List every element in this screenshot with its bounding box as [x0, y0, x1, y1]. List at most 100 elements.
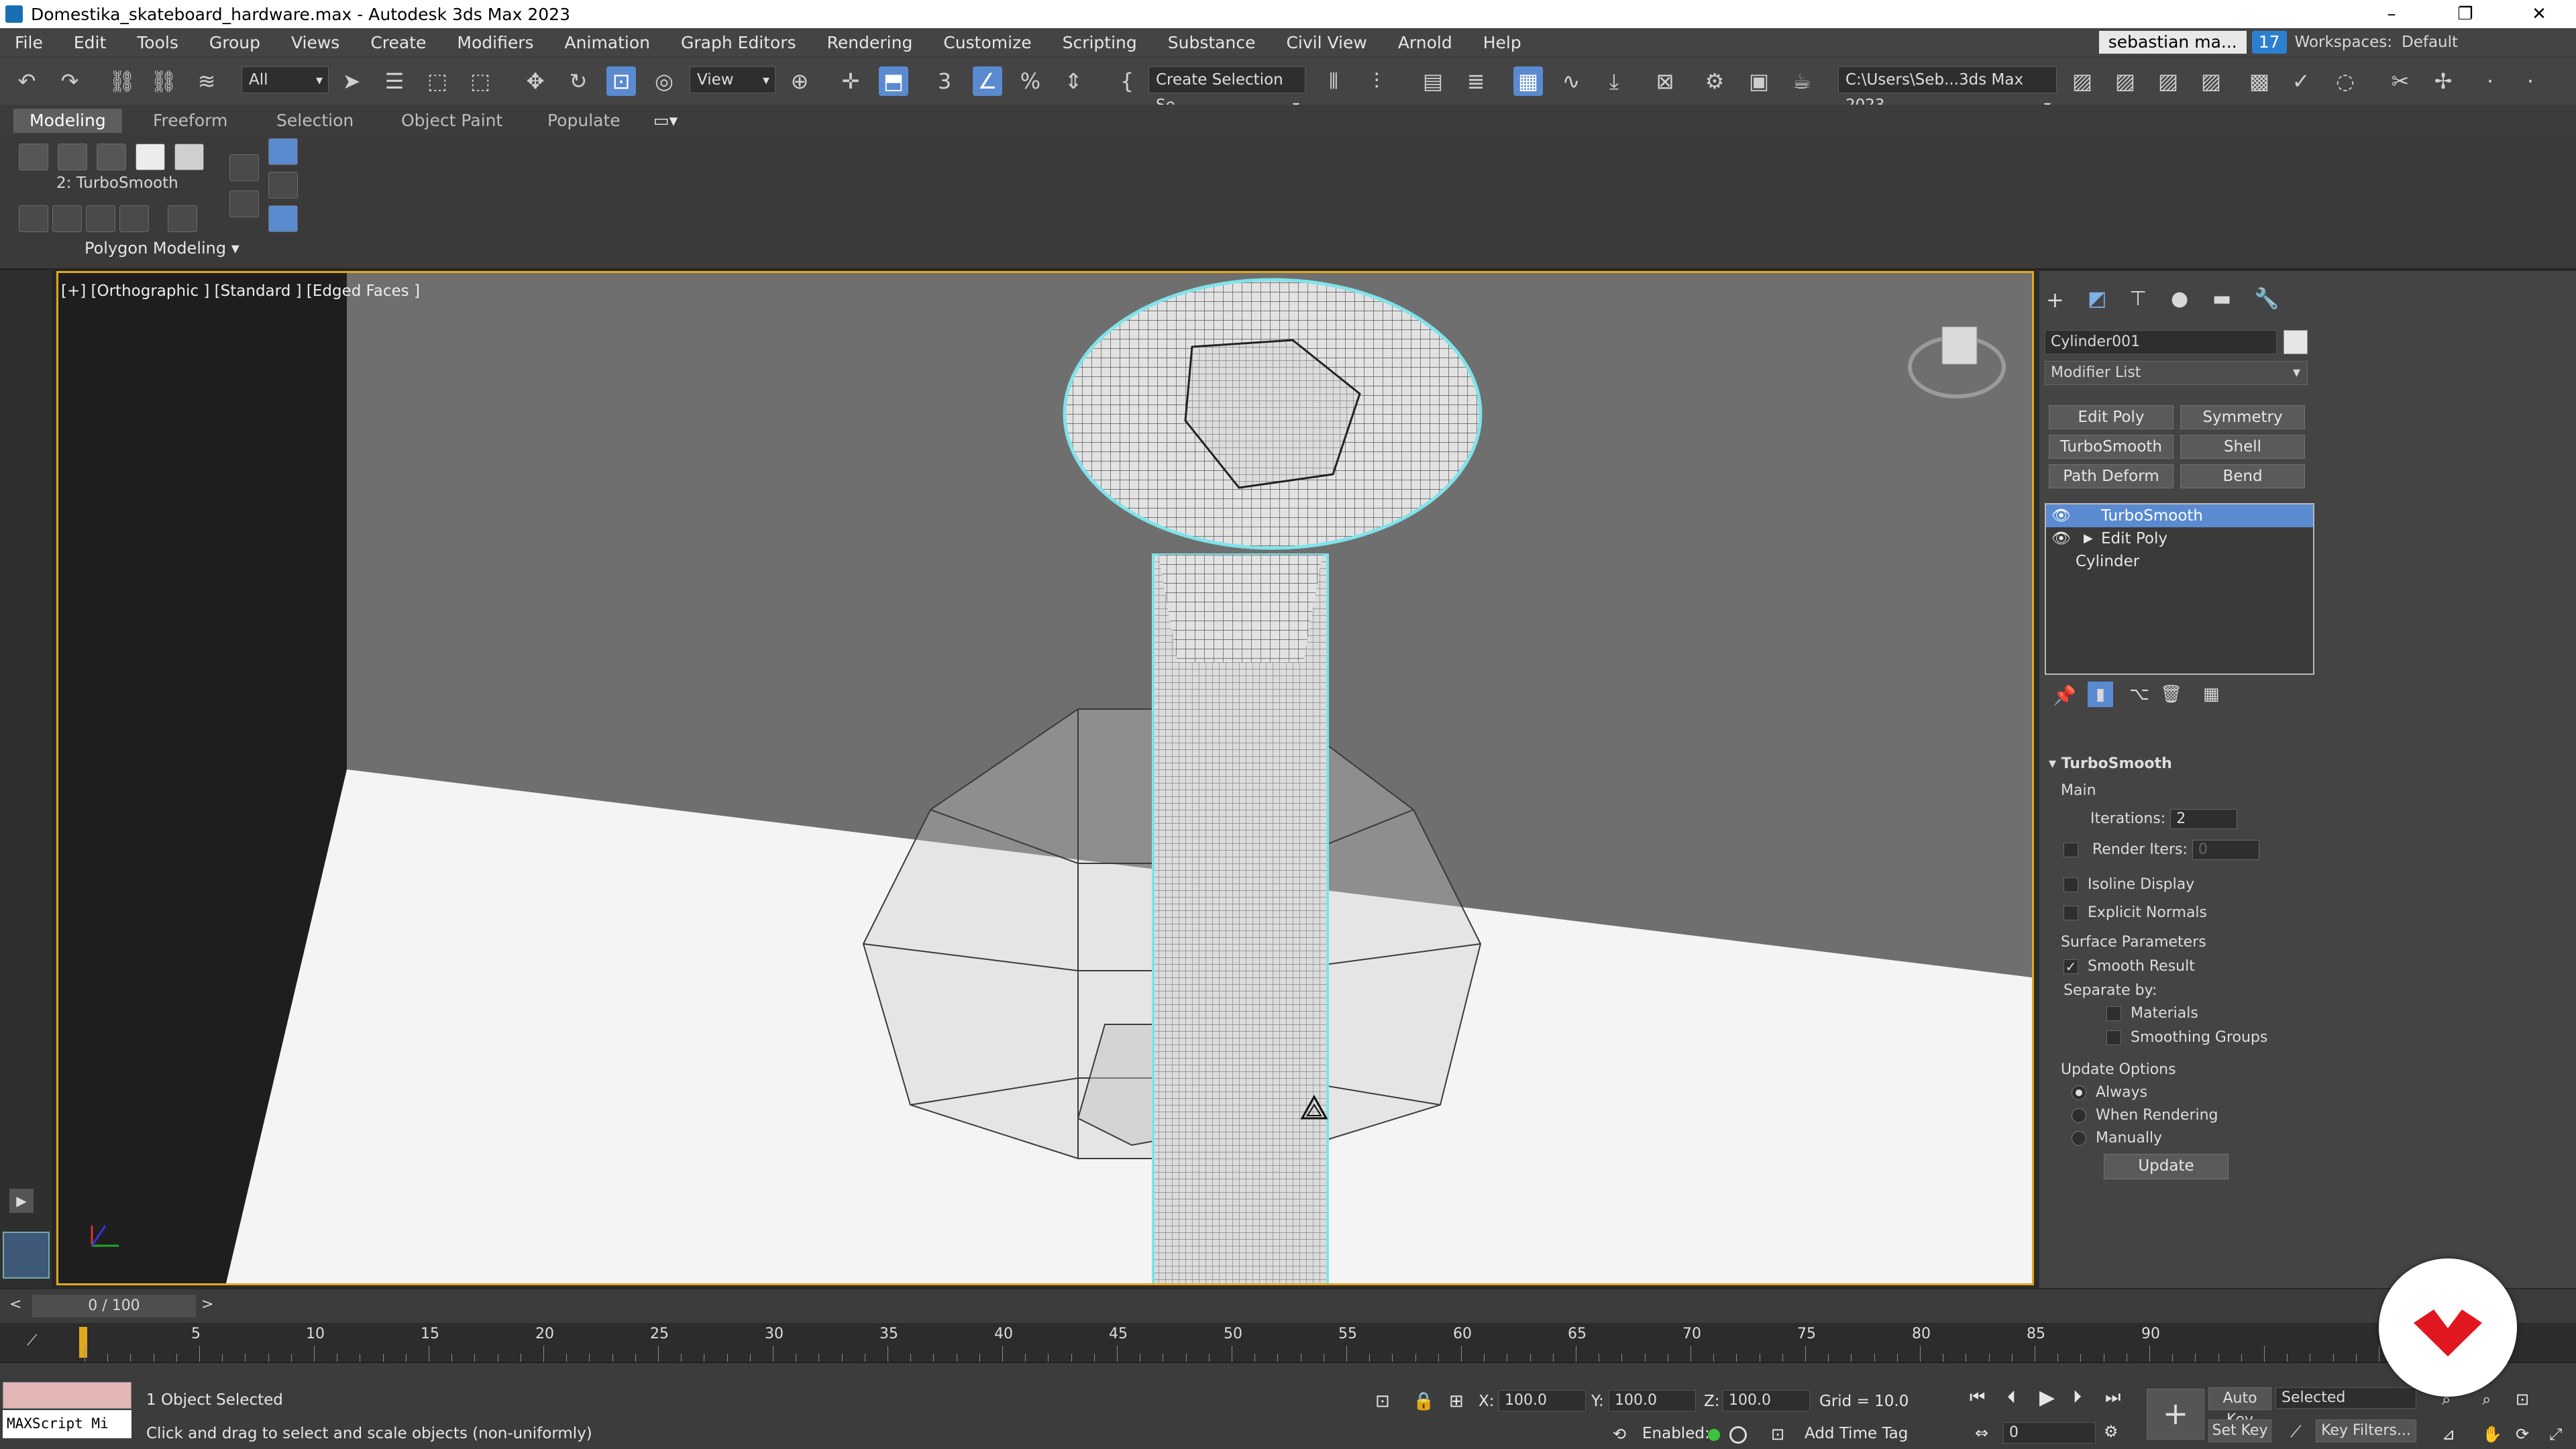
- viewport-layout-icon[interactable]: [3, 1232, 50, 1279]
- menu-rendering[interactable]: Rendering: [812, 33, 929, 52]
- isoline-display-checkbox[interactable]: [2063, 877, 2078, 892]
- path-deform-button[interactable]: Path Deform: [2049, 464, 2174, 488]
- ribbon-options-icon[interactable]: ▭▾: [653, 109, 678, 133]
- keyboard-shortcut-override-icon[interactable]: ⬒: [879, 66, 908, 96]
- time-slider[interactable]: < 0 / 100 >: [0, 1289, 2576, 1323]
- ribbon-tool-1[interactable]: [19, 205, 48, 232]
- spinner-snap-icon[interactable]: ⇕: [1059, 66, 1088, 96]
- current-frame-field[interactable]: 0: [2003, 1422, 2096, 1444]
- explorer-icon-2[interactable]: ▨: [2110, 66, 2140, 96]
- check-icon[interactable]: ✓: [2286, 66, 2316, 96]
- when-rendering-radio[interactable]: [2072, 1108, 2086, 1123]
- smoothing-groups-checkbox[interactable]: [2106, 1030, 2121, 1045]
- configure-sets-icon[interactable]: ▦: [2203, 684, 2220, 704]
- absolute-mode-icon[interactable]: ⊞: [1449, 1391, 1464, 1411]
- edit-named-selection-icon[interactable]: {: [1112, 66, 1142, 96]
- menu-substance[interactable]: Substance: [1153, 33, 1272, 52]
- maximize-button[interactable]: ❐: [2428, 0, 2502, 28]
- motion-tab-icon[interactable]: ●: [2171, 287, 2188, 311]
- time-tag-toggle[interactable]: [1729, 1426, 1747, 1444]
- snaps-toggle-icon[interactable]: 3: [930, 66, 959, 96]
- menu-create[interactable]: Create: [356, 33, 442, 52]
- go-to-start-icon[interactable]: ⏮: [1970, 1387, 1985, 1408]
- smooth-result-checkbox[interactable]: [2063, 959, 2078, 974]
- tab-populate[interactable]: Populate: [547, 109, 621, 133]
- mini-curve-editor-icon[interactable]: ⟋: [27, 1332, 37, 1349]
- render-production-icon[interactable]: ☕: [1787, 66, 1817, 96]
- menu-tools[interactable]: Tools: [122, 33, 195, 52]
- menu-animation[interactable]: Animation: [550, 33, 666, 52]
- close-button[interactable]: ✕: [2502, 0, 2576, 28]
- menu-group[interactable]: Group: [195, 33, 276, 52]
- vertex-mode-icon[interactable]: [19, 144, 48, 170]
- perspective-viewport[interactable]: [+] [Orthographic ] [Standard ] [Edged F…: [56, 271, 2034, 1285]
- redo-icon[interactable]: ↷: [55, 66, 85, 96]
- ribbon-tool-4[interactable]: [119, 205, 149, 232]
- show-end-result-icon[interactable]: ▮: [2088, 682, 2113, 707]
- align-icon[interactable]: ⫶: [1362, 66, 1391, 96]
- maximize-viewport-icon[interactable]: ⤢: [2549, 1425, 2562, 1444]
- material-editor-icon[interactable]: ⊠: [1650, 66, 1680, 96]
- add-time-tag[interactable]: Add Time Tag: [1805, 1425, 1908, 1442]
- render-setup-icon[interactable]: ⚙: [1700, 66, 1729, 96]
- modifier-list-dropdown[interactable]: Modifier List ▾: [2045, 361, 2308, 385]
- viewport-icon[interactable]: ▩: [2245, 66, 2274, 96]
- reference-coordinate-dropdown[interactable]: View: [690, 66, 775, 93]
- eye-icon[interactable]: 👁: [2051, 527, 2071, 550]
- make-unique-icon[interactable]: ⌥: [2129, 684, 2149, 704]
- next-frame-icon[interactable]: ⏵: [2073, 1387, 2082, 1408]
- prev-frame-arrow-icon[interactable]: <: [9, 1296, 21, 1313]
- curve-editor-icon[interactable]: ∿: [1556, 66, 1586, 96]
- menu-modifiers[interactable]: Modifiers: [442, 33, 549, 52]
- remove-modifier-icon[interactable]: 🗑: [2160, 684, 2182, 704]
- ribbon-tool-3[interactable]: [86, 205, 115, 232]
- schematic-view-icon[interactable]: ⤓: [1599, 66, 1629, 96]
- play-icon[interactable]: ▶: [2039, 1386, 2055, 1409]
- mirror-icon[interactable]: ⫴: [1319, 66, 1348, 96]
- menu-arnold[interactable]: Arnold: [1383, 33, 1468, 52]
- explicit-normals-row[interactable]: Explicit Normals: [2063, 904, 2207, 921]
- explicit-normals-checkbox[interactable]: [2063, 906, 2078, 920]
- y-coordinate-field[interactable]: 100.0: [1609, 1390, 1696, 1411]
- render-iters-checkbox[interactable]: [2063, 843, 2078, 857]
- maxscript-mini-listener[interactable]: MAXScript Mi: [3, 1410, 131, 1438]
- stack-item-edit-poly[interactable]: 👁 ▶ Edit Poly: [2046, 527, 2313, 550]
- orbit-icon[interactable]: ⟳: [2516, 1425, 2529, 1444]
- rotate-icon[interactable]: ↻: [564, 66, 593, 96]
- select-by-name-icon[interactable]: ☰: [380, 66, 409, 96]
- ribbon-tool-9[interactable]: [268, 172, 298, 199]
- undo-icon[interactable]: ↶: [12, 66, 42, 96]
- bend-button[interactable]: Bend: [2180, 464, 2305, 488]
- ribbon-tool-5[interactable]: [168, 205, 197, 232]
- move-icon[interactable]: ✥: [521, 66, 550, 96]
- select-object-icon[interactable]: ➤: [337, 66, 366, 96]
- update-button[interactable]: Update: [2104, 1154, 2229, 1179]
- maxscript-listener-output[interactable]: [3, 1382, 131, 1409]
- modify-tab-icon[interactable]: ◩: [2088, 287, 2106, 311]
- iterations-spinner[interactable]: 2: [2170, 809, 2238, 829]
- turbosmooth-rollout-title[interactable]: ▾ TurboSmooth: [2049, 755, 2172, 772]
- smoothing-groups-row[interactable]: Smoothing Groups: [2106, 1029, 2267, 1046]
- time-tag-icon[interactable]: ⊡: [1771, 1425, 1784, 1444]
- default-in-out-tangent-icon[interactable]: ⟋: [2290, 1422, 2302, 1441]
- viewport-label-menu[interactable]: [+] [Orthographic ] [Standard ] [Edged F…: [61, 282, 420, 300]
- when-rendering-row[interactable]: When Rendering: [2072, 1107, 2218, 1124]
- zoom-extents-icon[interactable]: ⊡: [2516, 1390, 2529, 1409]
- layer-explorer-icon[interactable]: ≣: [1461, 66, 1491, 96]
- named-selection-set-dropdown[interactable]: Create Selection Se: [1148, 66, 1305, 118]
- place-icon[interactable]: ◎: [649, 66, 679, 96]
- scene-explorer-icon[interactable]: ▤: [1418, 66, 1448, 96]
- x-coordinate-field[interactable]: 100.0: [1499, 1390, 1586, 1411]
- enabled-indicator[interactable]: [1708, 1429, 1720, 1441]
- menu-edit[interactable]: Edit: [59, 33, 122, 52]
- always-radio[interactable]: [2072, 1085, 2086, 1100]
- always-row[interactable]: Always: [2072, 1084, 2147, 1101]
- unlink-icon[interactable]: ⛓: [149, 66, 178, 96]
- tab-selection[interactable]: Selection: [276, 109, 354, 133]
- hierarchy-tab-icon[interactable]: ⊤: [2129, 287, 2147, 311]
- polygon-modeling-dropdown[interactable]: Polygon Modeling ▾: [85, 239, 239, 258]
- manually-row[interactable]: Manually: [2072, 1130, 2162, 1146]
- ribbon-tool-2[interactable]: [52, 205, 82, 232]
- element-mode-icon[interactable]: [174, 144, 204, 170]
- angle-snap-icon[interactable]: ∠: [973, 66, 1002, 96]
